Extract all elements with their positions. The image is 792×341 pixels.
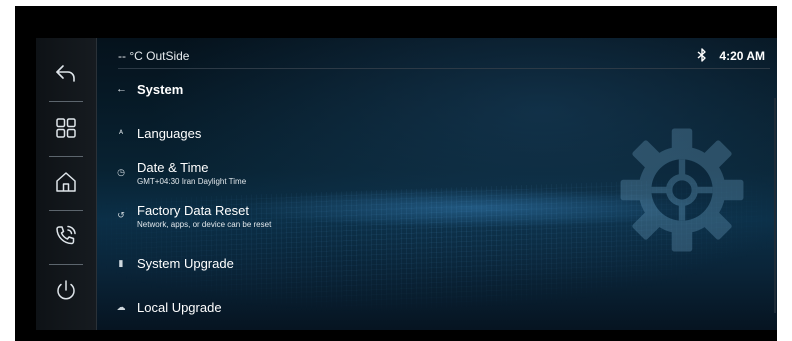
clock: 4:20 AM [719,49,765,63]
page-title: System [137,82,184,97]
head-unit-frame: -- °C OutSide 4:20 AM ← System ᴬ Languag… [15,6,777,341]
header-back-arrow-icon[interactable]: ← [116,83,127,95]
home-icon [56,172,76,192]
clock-icon: ◷ [117,167,125,177]
scrollbar[interactable] [774,98,776,313]
page-header: ← System [96,78,396,102]
sidebar-apps-button[interactable] [36,104,96,152]
sidebar-power-button[interactable] [36,266,96,314]
sidebar-divider [49,101,83,102]
apps-grid-icon [56,118,76,138]
sidebar-home-button[interactable] [36,158,96,206]
status-bar: -- °C OutSide 4:20 AM [118,42,770,69]
sidebar-divider [49,156,83,157]
sidebar-back-button[interactable] [36,50,96,98]
cloud-icon: ☁ [116,302,126,312]
list-item-subtitle: Network, apps, or device can be reset [137,220,272,229]
sidebar-divider [49,210,83,211]
list-item-label: Factory Data Reset [137,203,249,218]
sd-card-icon: ▮ [118,258,124,268]
list-item-local-upgrade[interactable]: ☁ Local Upgrade [96,290,756,324]
list-item-label: Languages [137,126,202,141]
bluetooth-icon [697,48,706,62]
phone-icon [56,225,76,245]
translate-icon: ᴬ [118,128,124,138]
list-item-label: Local Upgrade [137,300,222,315]
settings-gear-icon [620,128,744,252]
list-item-label: Date & Time [137,160,209,175]
list-item-label: System Upgrade [137,256,234,271]
outside-temperature: -- °C OutSide [118,49,190,63]
sidebar [36,38,97,330]
reset-icon: ↺ [117,210,125,220]
sidebar-phone-button[interactable] [36,212,96,260]
back-icon [56,65,75,82]
sidebar-divider [49,264,83,265]
system-settings-screen: -- °C OutSide 4:20 AM ← System ᴬ Languag… [36,38,777,330]
power-icon [57,280,75,300]
list-item-subtitle: GMT+04:30 Iran Daylight Time [137,177,247,186]
